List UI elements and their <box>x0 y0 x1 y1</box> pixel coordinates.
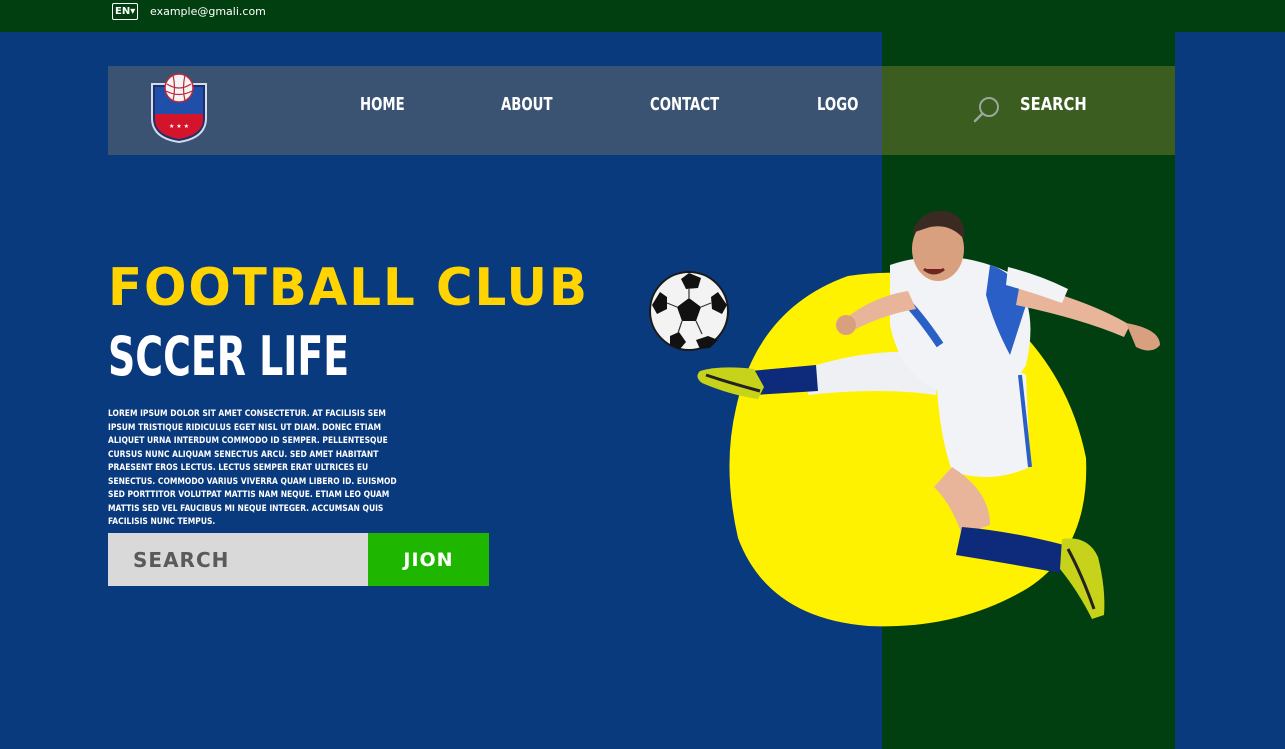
hero-description: LOREM IPSUM DOLOR SIT AMET CONSECTETUR. … <box>108 409 397 527</box>
nav-search-label[interactable]: SEARCH <box>1020 94 1087 115</box>
search-icon[interactable] <box>972 94 1002 124</box>
main-nav <box>108 66 882 155</box>
join-button[interactable]: JION <box>368 533 489 586</box>
nav-link-logo[interactable]: LOGO <box>817 94 858 115</box>
top-bar: EN▾ example@gmali.com <box>0 0 1285 32</box>
nav-link-home[interactable]: HOME <box>360 94 405 115</box>
football-player-illustration <box>697 210 1160 619</box>
football-club-shield-icon[interactable]: ★ ★ ★ <box>148 72 210 144</box>
contact-email[interactable]: example@gmali.com <box>150 5 266 18</box>
hero-title: FOOTBALL CLUB <box>108 258 589 318</box>
nav-link-contact[interactable]: CONTACT <box>650 94 719 115</box>
search-input[interactable] <box>108 533 368 586</box>
svg-text:★ ★ ★: ★ ★ ★ <box>169 123 189 130</box>
hero-subtitle: SCCER LIFE <box>108 325 350 388</box>
language-selector[interactable]: EN▾ <box>112 3 139 20</box>
nav-link-about[interactable]: ABOUT <box>501 94 553 115</box>
